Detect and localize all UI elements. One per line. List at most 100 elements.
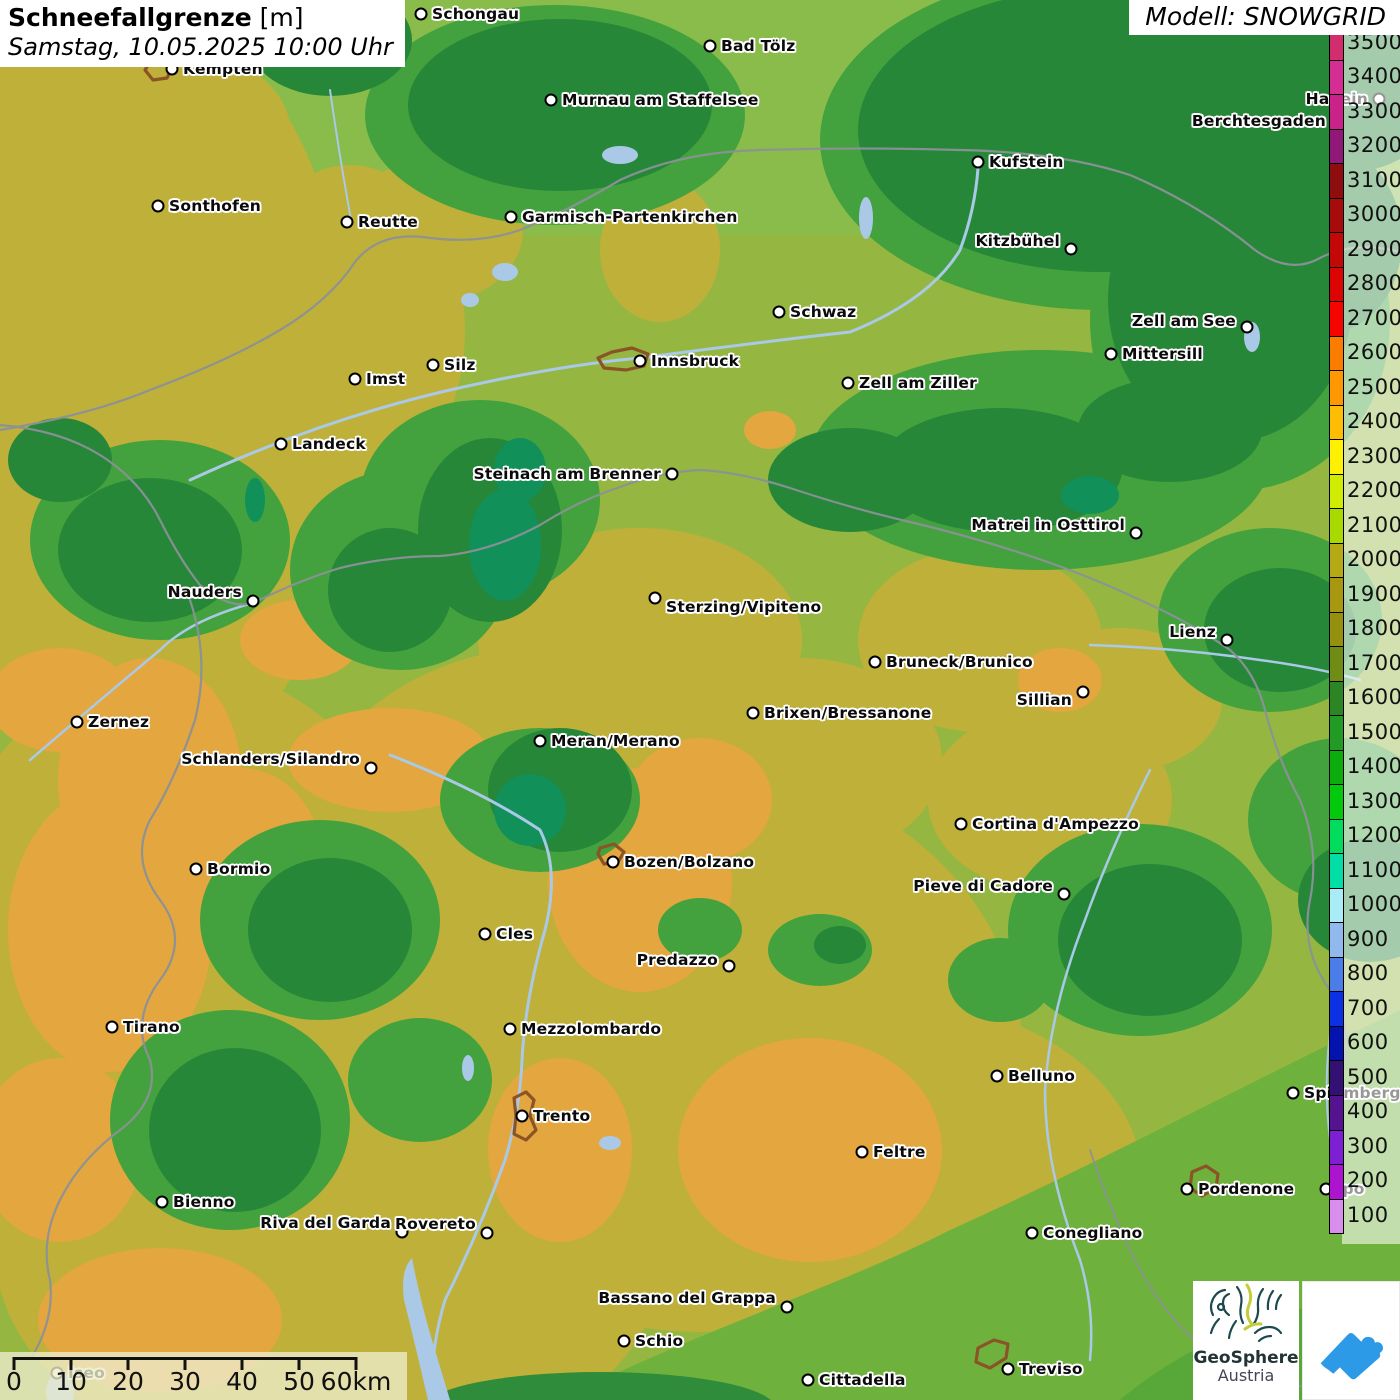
city-label: Sterzing/Vipiteno [666,598,821,616]
legend-segment [1330,60,1343,95]
city-marker [415,8,428,21]
city-label: Conegliano [1043,1224,1142,1242]
legend-segment [1330,94,1343,129]
city-marker [618,1335,631,1348]
mountain-logo-icon [1311,1301,1391,1381]
city-label: Brixen/Bressanone [764,704,932,722]
legend-tick-label: 2500 [1347,370,1400,405]
city-marker [1077,686,1090,699]
legend-segment [1330,957,1343,992]
city-marker [704,40,717,53]
legend-segment [1330,1164,1343,1199]
city-marker [842,377,855,390]
legend-segment [1330,508,1343,543]
city-label: Belluno [1008,1067,1075,1085]
city-label: Zell am Ziller [859,374,977,392]
city-label: Reutte [358,213,418,231]
scalebar-label: 60km [311,1367,401,1396]
legend-tick-label: 800 [1347,956,1389,991]
city-marker [781,1301,794,1314]
legend-segment [1330,888,1343,923]
legend-segment [1330,1060,1343,1095]
legend-tick-label: 2900 [1347,232,1400,267]
city-marker [1105,348,1118,361]
timestamp: Samstag, 10.05.2025 10:00 Uhr [8,33,393,61]
city-label: Murnau am Staffelsee [562,91,759,109]
legend-segment [1330,853,1343,888]
city-label: Lienz [1169,623,1216,641]
city-label: Berchtesgaden [1192,112,1326,130]
city-marker [190,863,203,876]
city-label: Feltre [873,1143,926,1161]
city-marker [1287,1087,1300,1100]
city-label: Kitzbühel [975,232,1060,250]
city-marker [1241,321,1254,334]
legend-tick-label: 3200 [1347,128,1400,163]
geosphere-country: Austria [1193,1367,1299,1384]
legend-colorbar [1329,25,1344,1234]
legend-tick-label: 2400 [1347,404,1400,439]
legend-segment [1330,474,1343,509]
city-marker [341,216,354,229]
legend-tick-label: 1500 [1347,715,1400,750]
legend-tick-label: 1600 [1347,680,1400,715]
legend-tick-label: 700 [1347,991,1389,1026]
geosphere-wordmark: GeoSphere [1193,1349,1299,1367]
city-label: Sillian [1017,691,1072,709]
city-label: Imst [366,370,405,388]
city-label: Kufstein [989,153,1064,171]
legend-tick-label: 200 [1347,1163,1389,1198]
legend-tick-label: 2300 [1347,439,1400,474]
city-marker [247,595,260,608]
city-marker [856,1146,869,1159]
city-label: Sonthofen [169,197,261,215]
city-marker [773,306,786,319]
legend-segment [1330,198,1343,233]
city-marker [723,960,736,973]
city-marker [955,818,968,831]
city-marker [1002,1363,1015,1376]
legend-tick-label: 300 [1347,1129,1389,1164]
legend-segment [1330,750,1343,785]
city-marker [349,373,362,386]
city-marker [991,1070,1004,1083]
city-label: Cles [496,925,533,943]
city-marker [1130,527,1143,540]
city-marker [649,592,662,605]
legend-tick-label: 2000 [1347,542,1400,577]
city-marker [1065,243,1078,256]
legend-tick-label: 1300 [1347,784,1400,819]
title-text: Schneefallgrenze [8,3,252,32]
legend-segment [1330,991,1343,1026]
legend-segment [1330,1199,1343,1234]
legend-segment [1330,681,1343,716]
legend-segment [1330,163,1343,198]
city-marker [747,707,760,720]
city-label: Zernez [88,713,149,731]
city-label: Meran/Merano [551,732,680,750]
legend-tick-label: 1100 [1347,853,1400,888]
city-label: Tirano [123,1018,180,1036]
city-label: Schwaz [790,303,856,321]
distance-scalebar: 0102030405060km [0,1352,407,1400]
legend-segment [1330,405,1343,440]
city-marker [972,156,985,169]
legend-tick-label: 3000 [1347,197,1400,232]
city-label: Schio [635,1332,683,1350]
city-label: Riva del Garda [260,1214,391,1232]
city-marker [802,1374,815,1387]
legend-tick-label: 3300 [1347,94,1400,129]
legend-tick-label: 3400 [1347,59,1400,94]
city-label: Mezzolombardo [521,1020,661,1038]
city-label: Pieve di Cadore [913,877,1053,895]
city-marker [534,735,547,748]
legend-segment [1330,784,1343,819]
city-label: Matrei in Osttirol [971,516,1125,534]
legend-tick-label: 600 [1347,1025,1389,1060]
city-label: Schlanders/Silandro [181,750,360,768]
city-marker [607,856,620,869]
legend-segment [1330,439,1343,474]
legend-segment [1330,543,1343,578]
legend-segment [1330,336,1343,371]
city-label: Bienno [173,1193,235,1211]
